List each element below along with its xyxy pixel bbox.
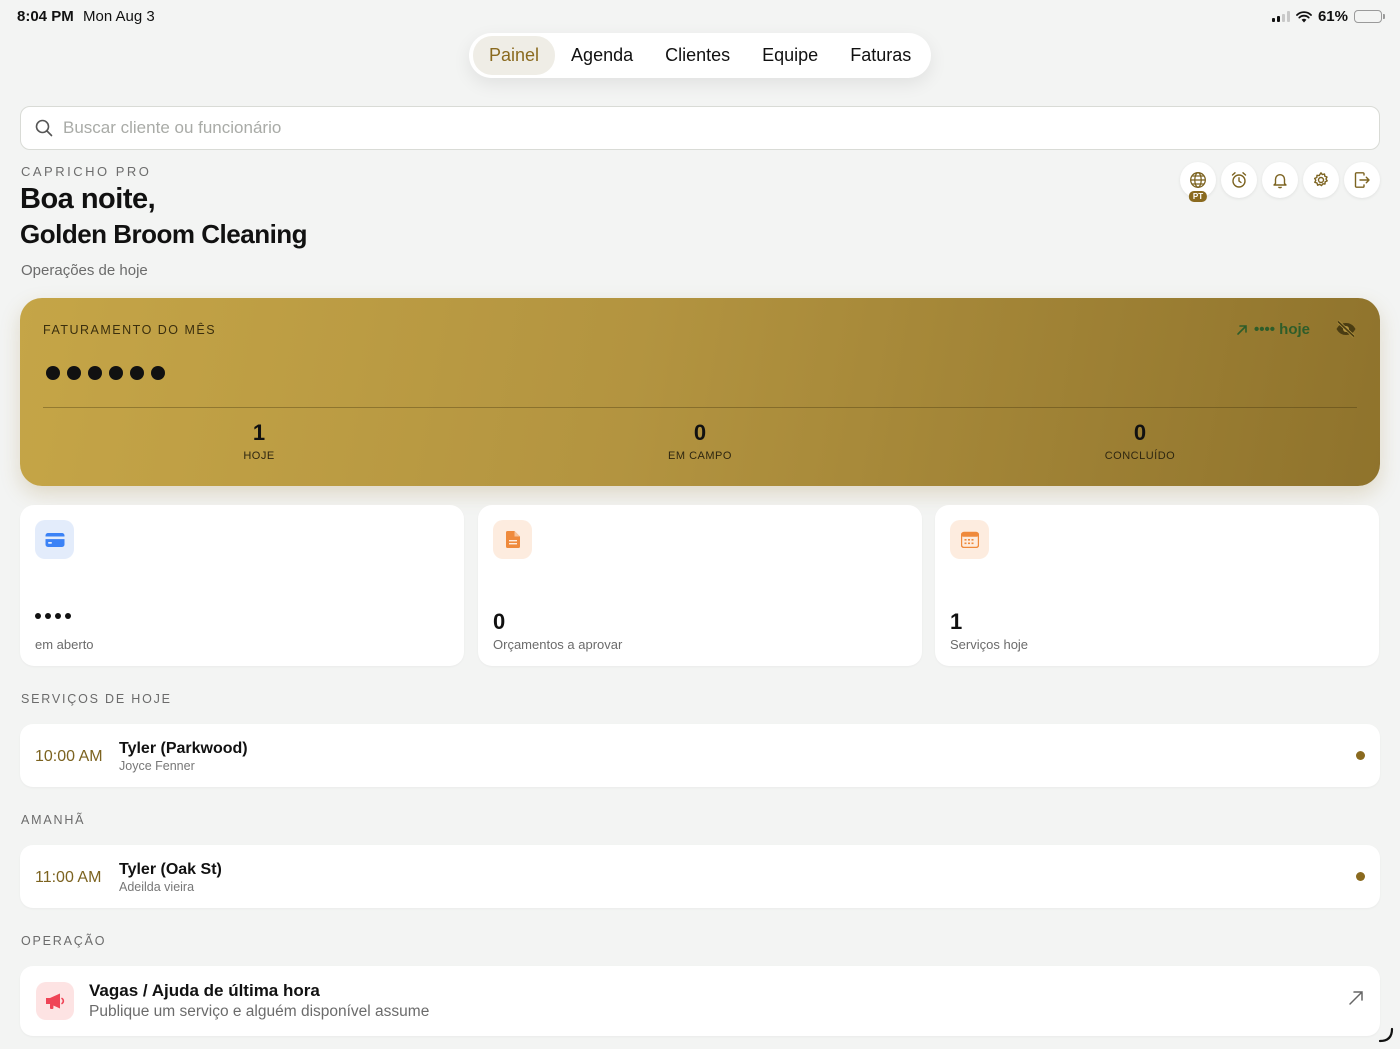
trend-up-icon xyxy=(1237,324,1247,335)
section-title-tomorrow: AMANHÃ xyxy=(21,813,86,827)
revenue-divider xyxy=(43,407,1357,408)
stat-in-field-value: 0 xyxy=(693,420,707,445)
last-minute-help-title: Vagas / Ajuda de última hora xyxy=(89,981,320,1000)
stat-completed-value: 0 xyxy=(1133,420,1147,445)
service-time: 11:00 AM xyxy=(35,869,102,886)
tab-equipe[interactable]: Equipe xyxy=(746,36,834,75)
open-invoices-label: em aberto xyxy=(35,637,94,652)
service-title: Tyler (Parkwood) xyxy=(119,740,248,757)
stat-today: 1 HOJE xyxy=(159,420,359,462)
greeting: Boa noite, xyxy=(20,183,156,215)
globe-icon xyxy=(1190,172,1206,188)
open-amount-masked xyxy=(35,613,71,619)
service-row[interactable]: 10:00 AM Tyler (Parkwood) Joyce Fenner xyxy=(20,724,1380,787)
battery-icon xyxy=(1354,10,1385,23)
settings-button[interactable] xyxy=(1303,162,1339,198)
revenue-today-trend: •••• hoje xyxy=(1236,321,1310,338)
logout-icon xyxy=(1354,172,1370,188)
search-bar xyxy=(20,106,1380,150)
page-subtitle: Operações de hoje xyxy=(21,262,148,279)
resize-handle-icon xyxy=(1378,1027,1394,1043)
stat-in-field-label: EM CAMPO xyxy=(668,450,732,462)
alarm-button[interactable] xyxy=(1221,162,1257,198)
status-dot xyxy=(1356,872,1365,881)
stat-today-value: 1 xyxy=(252,420,266,445)
tab-clientes[interactable]: Clientes xyxy=(649,36,746,75)
arrow-up-right-icon xyxy=(1349,991,1363,1005)
calendar-icon xyxy=(950,520,989,559)
stat-in-field: 0 EM CAMPO xyxy=(600,420,800,462)
credit-card-icon xyxy=(35,520,74,559)
search-icon xyxy=(35,119,53,137)
eye-slash-icon xyxy=(1336,320,1356,338)
header-actions: PT xyxy=(1180,162,1380,202)
status-bar: 8:04 PM Mon Aug 3 61% xyxy=(0,0,1400,34)
battery-percentage: 61% xyxy=(1317,8,1348,25)
services-today-label: Serviços hoje xyxy=(950,637,1029,652)
language-badge: PT xyxy=(1188,191,1208,202)
language-button[interactable]: PT xyxy=(1180,162,1216,202)
last-minute-help-row[interactable]: Vagas / Ajuda de última hora Publique um… xyxy=(20,966,1380,1036)
brand-label: CAPRICHO PRO xyxy=(21,164,152,179)
top-tab-bar: Painel Agenda Clientes Equipe Faturas xyxy=(469,33,931,78)
gear-icon xyxy=(1314,172,1328,187)
quotes-pending-label: Orçamentos a aprovar xyxy=(493,637,623,652)
revenue-masked-value xyxy=(46,366,165,380)
tab-painel[interactable]: Painel xyxy=(473,36,556,75)
stat-today-label: HOJE xyxy=(243,450,275,462)
service-row[interactable]: 11:00 AM Tyler (Oak St) Adeilda vieira xyxy=(20,845,1380,908)
section-title-today: SERVIÇOS DE HOJE xyxy=(21,692,172,706)
cellular-signal-icon xyxy=(1271,11,1290,22)
revenue-label: FATURAMENTO DO MÊS xyxy=(43,323,217,337)
tab-agenda[interactable]: Agenda xyxy=(555,36,649,75)
revenue-today-label: •••• hoje xyxy=(1253,321,1310,338)
alarm-icon xyxy=(1231,172,1247,188)
stat-completed-label: CONCLUÍDO xyxy=(1104,450,1176,462)
search-input[interactable] xyxy=(63,118,1263,138)
service-time: 10:00 AM xyxy=(35,748,103,765)
megaphone-icon xyxy=(36,982,74,1020)
tab-faturas[interactable]: Faturas xyxy=(834,36,927,75)
services-today-value: 1 xyxy=(950,609,963,634)
services-today-card[interactable]: 1 Serviços hoje xyxy=(935,505,1379,666)
logout-button[interactable] xyxy=(1344,162,1380,198)
status-date: Mon Aug 3 xyxy=(83,8,155,25)
status-indicators: 61% xyxy=(1271,8,1385,25)
last-minute-help-subtitle: Publique um serviço e alguém disponível … xyxy=(89,1003,430,1020)
stat-completed: 0 CONCLUÍDO xyxy=(1040,420,1240,462)
service-employee: Adeilda vieira xyxy=(119,880,195,894)
service-employee: Joyce Fenner xyxy=(119,759,195,773)
open-invoices-card[interactable]: em aberto xyxy=(20,505,464,666)
notifications-button[interactable] xyxy=(1262,162,1298,198)
status-dot xyxy=(1356,751,1365,760)
wifi-icon xyxy=(1296,10,1312,22)
company-name: Golden Broom Cleaning xyxy=(20,219,308,249)
quotes-pending-card[interactable]: 0 Orçamentos a aprovar xyxy=(478,505,922,666)
bell-icon xyxy=(1273,174,1287,189)
quotes-pending-value: 0 xyxy=(493,609,506,634)
status-time: 8:04 PM xyxy=(17,8,74,25)
revenue-card: FATURAMENTO DO MÊS •••• hoje 1 HOJE 0 EM… xyxy=(20,298,1380,486)
service-title: Tyler (Oak St) xyxy=(119,861,222,878)
document-icon xyxy=(493,520,532,559)
section-title-operation: OPERAÇÃO xyxy=(21,934,107,948)
toggle-visibility-button[interactable] xyxy=(1335,320,1357,343)
